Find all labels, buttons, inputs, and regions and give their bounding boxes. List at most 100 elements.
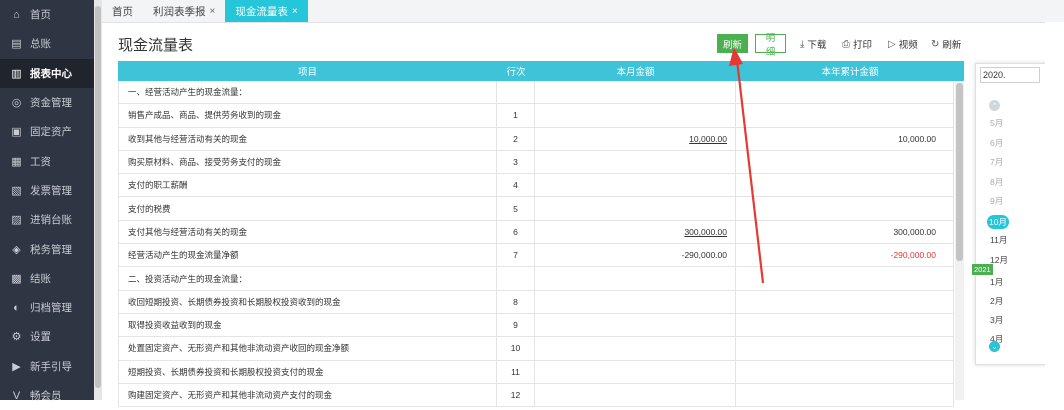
cell-year-amount[interactable]: 300,000.00 [736,220,954,244]
table-scrollbar-thumb[interactable] [956,83,963,261]
cell-item-text: 购建固定资产、无形资产和其他非流动资产支付的现金 [128,390,333,400]
cell-item: 处置固定资产、无形资产和其他非流动资产收回的现金净额 [118,337,497,360]
cell-month-amount[interactable] [535,360,736,383]
cell-year-amount[interactable] [736,383,954,407]
cell-line-text: 6 [513,226,518,237]
month-option[interactable]: 2月 [990,295,1003,307]
cell-year-amount[interactable] [736,174,954,197]
cell-line-text: 11 [511,366,520,377]
cell-year-amount[interactable] [736,150,954,174]
sidebar-item-label: 设置 [30,331,51,344]
tool-print-button[interactable]: ⎙ 打印 [842,37,872,52]
cell-year-amount[interactable] [736,290,954,313]
month-option[interactable]: 9月 [990,195,1003,207]
cell-year-amount[interactable] [736,81,954,104]
cell-month-amount[interactable]: 10,000.00 [535,127,736,150]
cell-year-amount[interactable] [736,360,954,383]
detail-button[interactable]: 明细 [755,33,786,58]
cell-line: 6 [497,220,535,244]
sidebar-item-label: 发票管理 [30,184,72,197]
sidebar-item-1[interactable]: ▤ 总账 [0,29,94,58]
tab-1[interactable]: 利润表季报 × [143,0,225,22]
month-option[interactable]: 7月 [990,156,1003,168]
cell-line: 2 [497,127,535,150]
tool-download-button[interactable]: ⤓ 下载 [800,37,826,52]
table-row: 二、投资活动产生的现金流量： [118,267,954,291]
invoice-icon: ▧ [11,184,22,197]
sidebar-item-11[interactable]: ⚙ 设置 [0,322,94,351]
cell-year-amount[interactable]: 10,000.00 [736,127,954,150]
table-scrollbar[interactable] [955,81,964,400]
close-book-icon: ▩ [11,272,22,285]
salary-icon: ▦ [11,155,22,168]
cell-year-amount[interactable]: -290,000.00 [736,244,954,267]
month-option[interactable]: 10月 [987,214,1009,229]
month-option[interactable]: 3月 [990,314,1003,326]
month-option[interactable]: 8月 [990,176,1003,188]
sidebar-item-4[interactable]: ▣ 固定资产 [0,117,94,146]
cell-line-text: 8 [513,296,518,307]
sidebar-scrollbar-thumb[interactable] [95,6,101,388]
month-option[interactable]: 12月 [990,254,1008,266]
sidebar-item-label: 报表中心 [30,67,72,80]
sidebar-item-9[interactable]: ▩ 结账 [0,264,94,293]
month-option[interactable]: 5月 [990,117,1003,129]
cell-month-amount[interactable] [535,174,736,197]
sidebar-item-7[interactable]: ▨ 进销台账 [0,205,94,234]
sidebar-item-13[interactable]: V 畅会员 [0,381,94,410]
date-input[interactable]: 2020. [980,67,1040,83]
tool-refresh-button[interactable]: ↻ 刷新 [931,37,961,52]
cell-item-text: 一、经营活动产生的现金流量： [128,87,248,98]
refresh-primary-button[interactable]: 刷新 [717,34,748,53]
cell-month-amount[interactable] [535,383,736,407]
tab-0[interactable]: 首页 [102,0,143,22]
cell-year-amount[interactable] [736,313,954,337]
cell-line: 12 [497,383,535,407]
cell-month-amount[interactable] [535,81,736,104]
close-icon[interactable]: × [210,6,216,17]
cell-year-amount[interactable] [736,197,954,220]
month-option[interactable]: 1月 [990,276,1003,288]
cell-month-amount[interactable] [535,290,736,313]
sidebar-item-12[interactable]: ▶ 新手引导 [0,352,94,381]
cell-month-amount[interactable]: 300,000.00 [535,220,736,244]
cell-month-amount[interactable] [535,197,736,220]
tab-2[interactable]: 现金流量表 × [225,0,308,22]
month-option[interactable]: 6月 [990,137,1003,149]
cell-line-text: 2 [513,133,518,144]
sidebar-item-5[interactable]: ▦ 工资 [0,146,94,175]
sidebar-scrollbar[interactable] [94,0,102,400]
cell-item: 收到其他与经营活动有关的现金 [118,127,497,150]
cell-year-amount[interactable] [736,337,954,360]
cell-month-amount[interactable] [535,313,736,337]
cell-month-amount[interactable] [535,337,736,360]
cell-item: 二、投资活动产生的现金流量： [118,267,497,290]
table-row: 短期投资、长期债券投资和长期股权投资支付的现金 11 [118,360,954,384]
cell-month-amount[interactable]: -290,000.00 [535,244,736,267]
cell-month-amount[interactable] [535,150,736,174]
scroll-up-icon[interactable]: ⌃ [989,100,1000,111]
close-icon[interactable]: × [292,6,298,17]
cell-item: 支付其他与经营活动有关的现金 [118,220,497,244]
sidebar-item-2[interactable]: ▥ 报表中心 [0,58,94,88]
chart-icon: ▥ [11,67,22,80]
sidebar-item-0[interactable]: ⌂ 首页 [0,0,94,29]
tab-label: 现金流量表 [235,5,288,18]
column-header-month: 本月金额 [616,67,655,78]
month-option[interactable]: 11月 [990,234,1007,246]
tool-video-button[interactable]: ▷ 视频 [888,37,918,52]
scroll-down-icon[interactable]: ⌄ [989,341,1000,352]
cell-line: 9 [497,313,535,337]
print-icon: ⎙ [842,38,850,50]
cell-month-amount[interactable] [535,104,736,127]
cell-year-amount[interactable] [736,267,954,290]
sidebar-item-3[interactable]: ◎ 资金管理 [0,88,94,117]
sidebar-item-8[interactable]: ◈ 税务管理 [0,234,94,263]
table-body: 一、经营活动产生的现金流量： 销售产成品、商品、提供劳务收到的现金 1 收到其他与经营… [118,81,954,408]
sidebar-item-label: 总账 [30,38,51,51]
cell-year-amount[interactable] [736,104,954,127]
sidebar-item-10[interactable]: ◐ 归档管理 [0,293,94,322]
cell-month-amount[interactable] [535,267,736,290]
sidebar-item-6[interactable]: ▧ 发票管理 [0,176,94,205]
sidebar: ⌂ 首页 ▤ 总账 ▥ 报表中心 ◎ 资金管理 ▣ 固定资产 ▦ 工资 ▧ 发票管理 ▨ 进销台账 ◈ 税务管理 ▩… [0,0,94,402]
